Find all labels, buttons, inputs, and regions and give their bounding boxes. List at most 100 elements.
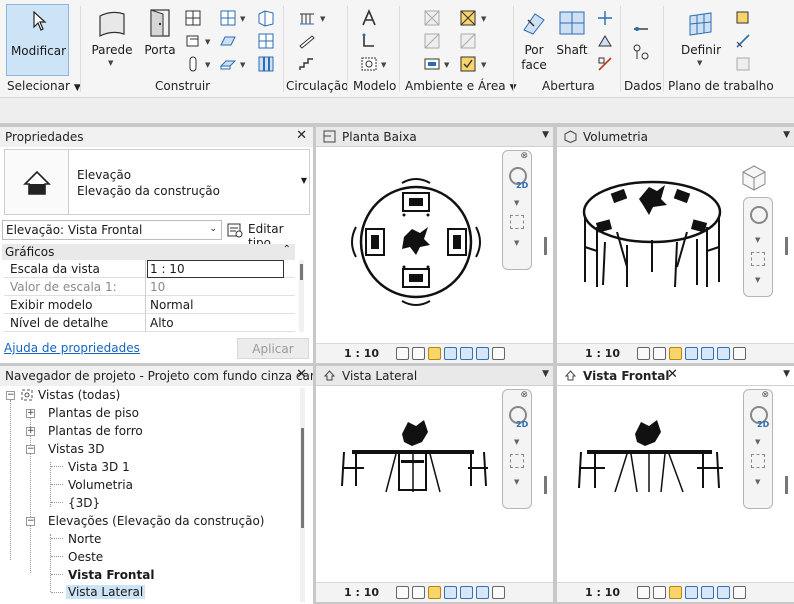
crop-view-icon[interactable]: [460, 586, 473, 599]
ref-plane-icon[interactable]: [734, 32, 752, 50]
model-text-icon[interactable]: [360, 9, 378, 27]
view-canvas-volumetry[interactable]: ▼ ▼: [557, 147, 794, 343]
level-icon[interactable]: [632, 20, 650, 38]
expand-icon[interactable]: +: [26, 409, 35, 418]
tree-item-north[interactable]: Norte: [68, 532, 101, 546]
view-scrollbar[interactable]: [544, 237, 547, 255]
reveal-hidden-icon[interactable]: [492, 347, 505, 360]
detail-level-icon[interactable]: [396, 347, 409, 360]
visual-style-icon[interactable]: [412, 347, 425, 360]
tree-item-side-view[interactable]: Vista Lateral: [66, 585, 146, 599]
tree-item-west[interactable]: Oeste: [68, 550, 103, 564]
collapse-icon[interactable]: −: [26, 445, 35, 454]
view-canvas-front[interactable]: ⊗ 2D ▼ ▼: [557, 386, 794, 582]
door-button[interactable]: Porta: [140, 4, 180, 70]
browser-scrollbar[interactable]: [300, 388, 305, 602]
grid-icon[interactable]: [632, 43, 650, 61]
sun-path-icon[interactable]: [428, 347, 441, 360]
show-workplane-icon[interactable]: [734, 9, 752, 27]
modify-button[interactable]: Modificar: [6, 4, 69, 76]
view-tab-volumetry[interactable]: Volumetria ▼: [557, 127, 794, 147]
close-icon[interactable]: ✕: [667, 367, 678, 382]
crop-view-icon[interactable]: [701, 347, 714, 360]
close-icon[interactable]: ⊗: [520, 151, 528, 161]
curtain-system-icon[interactable]: [257, 9, 275, 27]
sun-path-icon[interactable]: [669, 586, 682, 599]
sun-path-icon[interactable]: [428, 586, 441, 599]
railing-icon[interactable]: [298, 9, 316, 27]
view-scrollbar[interactable]: [544, 476, 547, 494]
temporary-hide-icon[interactable]: [717, 586, 730, 599]
detail-level-icon[interactable]: [637, 586, 650, 599]
props-scrollbar[interactable]: [299, 260, 304, 332]
view-tab-side[interactable]: Vista Lateral ▼: [316, 366, 553, 386]
roof-icon[interactable]: [219, 9, 237, 27]
tree-item-floor-plans[interactable]: Plantas de piso: [48, 406, 139, 420]
view-scrollbar[interactable]: [785, 476, 788, 494]
viewer-icon[interactable]: [734, 55, 752, 73]
shaft-button[interactable]: Shaft: [554, 6, 590, 72]
detail-level-icon[interactable]: [637, 347, 650, 360]
chevron-down-icon[interactable]: ▼: [542, 369, 549, 379]
crop-view-icon[interactable]: [460, 347, 473, 360]
stair-icon[interactable]: [298, 55, 316, 73]
crop-view-icon[interactable]: [701, 586, 714, 599]
chevron-down-icon[interactable]: ▼: [542, 130, 549, 140]
zoom-icon[interactable]: [751, 454, 765, 468]
component-icon[interactable]: [184, 32, 202, 50]
chevron-down-icon[interactable]: ▼: [783, 369, 790, 379]
navigation-bar[interactable]: ⊗ 2D ▼ ▼: [502, 150, 532, 270]
view-tab-front[interactable]: Vista Frontal ✕ ▼: [557, 366, 794, 386]
area-boundary-icon[interactable]: [459, 32, 477, 50]
viewcube-icon[interactable]: [739, 163, 769, 193]
steering-wheel-icon[interactable]: [750, 206, 768, 224]
vertical-opening-icon[interactable]: [596, 32, 614, 50]
edit-type-button[interactable]: Editar tipo: [227, 220, 309, 250]
zoom-icon[interactable]: [510, 454, 524, 468]
tree-item-views[interactable]: Vistas (todas): [38, 388, 120, 402]
curtain-grid-icon[interactable]: [257, 32, 275, 50]
navigation-bar[interactable]: ⊗ 2D ▼ ▼: [743, 389, 773, 509]
shadows-icon[interactable]: [685, 586, 698, 599]
temporary-hide-icon[interactable]: [717, 347, 730, 360]
wall-button[interactable]: Parede ▼: [90, 4, 134, 70]
zoom-icon[interactable]: [510, 215, 524, 229]
zoom-icon[interactable]: [751, 252, 765, 266]
shadows-icon[interactable]: [444, 586, 457, 599]
tree-item-ceiling-plans[interactable]: Plantas de forro: [48, 424, 143, 438]
type-selector[interactable]: Elevação Elevação da construção ▼: [4, 149, 310, 215]
room-icon[interactable]: [423, 9, 441, 27]
close-icon[interactable]: ⊗: [761, 390, 769, 400]
area-icon[interactable]: [459, 9, 477, 27]
tree-item-volumetry[interactable]: Volumetria: [68, 478, 133, 492]
column-icon[interactable]: [184, 55, 202, 73]
properties-help-link[interactable]: Ajuda de propriedades: [4, 341, 140, 355]
detail-level-icon[interactable]: [396, 586, 409, 599]
temporary-hide-icon[interactable]: [476, 347, 489, 360]
reveal-hidden-icon[interactable]: [733, 586, 746, 599]
tree-item-3d-views[interactable]: Vistas 3D: [48, 442, 105, 456]
view-canvas-plan[interactable]: ⊗ 2D ▼ ▼: [316, 147, 553, 343]
visual-style-icon[interactable]: [653, 586, 666, 599]
dormer-icon[interactable]: [596, 55, 614, 73]
ramp-icon[interactable]: [298, 32, 316, 50]
room-tag-icon[interactable]: [423, 55, 441, 73]
temporary-hide-icon[interactable]: [476, 586, 489, 599]
instance-selector[interactable]: Elevação: Vista Frontal ⌄: [2, 220, 222, 240]
prop-row-display-model[interactable]: Exibir modelo Normal: [4, 296, 295, 314]
tree-item-elevations[interactable]: Elevações (Elevação da construção): [48, 514, 265, 528]
window-icon[interactable]: [184, 9, 202, 27]
tree-item-3d-view-1[interactable]: Vista 3D 1: [68, 460, 130, 474]
tree-item-front-view[interactable]: Vista Frontal: [68, 568, 154, 582]
apply-button[interactable]: Aplicar: [237, 338, 309, 359]
room-separator-icon[interactable]: [423, 32, 441, 50]
area-tag-icon[interactable]: [459, 55, 477, 73]
collapse-icon[interactable]: −: [6, 391, 15, 400]
graphics-section-header[interactable]: Gráficos ⌃: [2, 244, 295, 260]
by-face-button[interactable]: Por face: [518, 6, 550, 72]
navigation-bar[interactable]: ⊗ 2D ▼ ▼: [502, 389, 532, 509]
mullion-icon[interactable]: [257, 55, 275, 73]
sun-path-icon[interactable]: [669, 347, 682, 360]
visual-style-icon[interactable]: [412, 586, 425, 599]
reveal-hidden-icon[interactable]: [492, 586, 505, 599]
